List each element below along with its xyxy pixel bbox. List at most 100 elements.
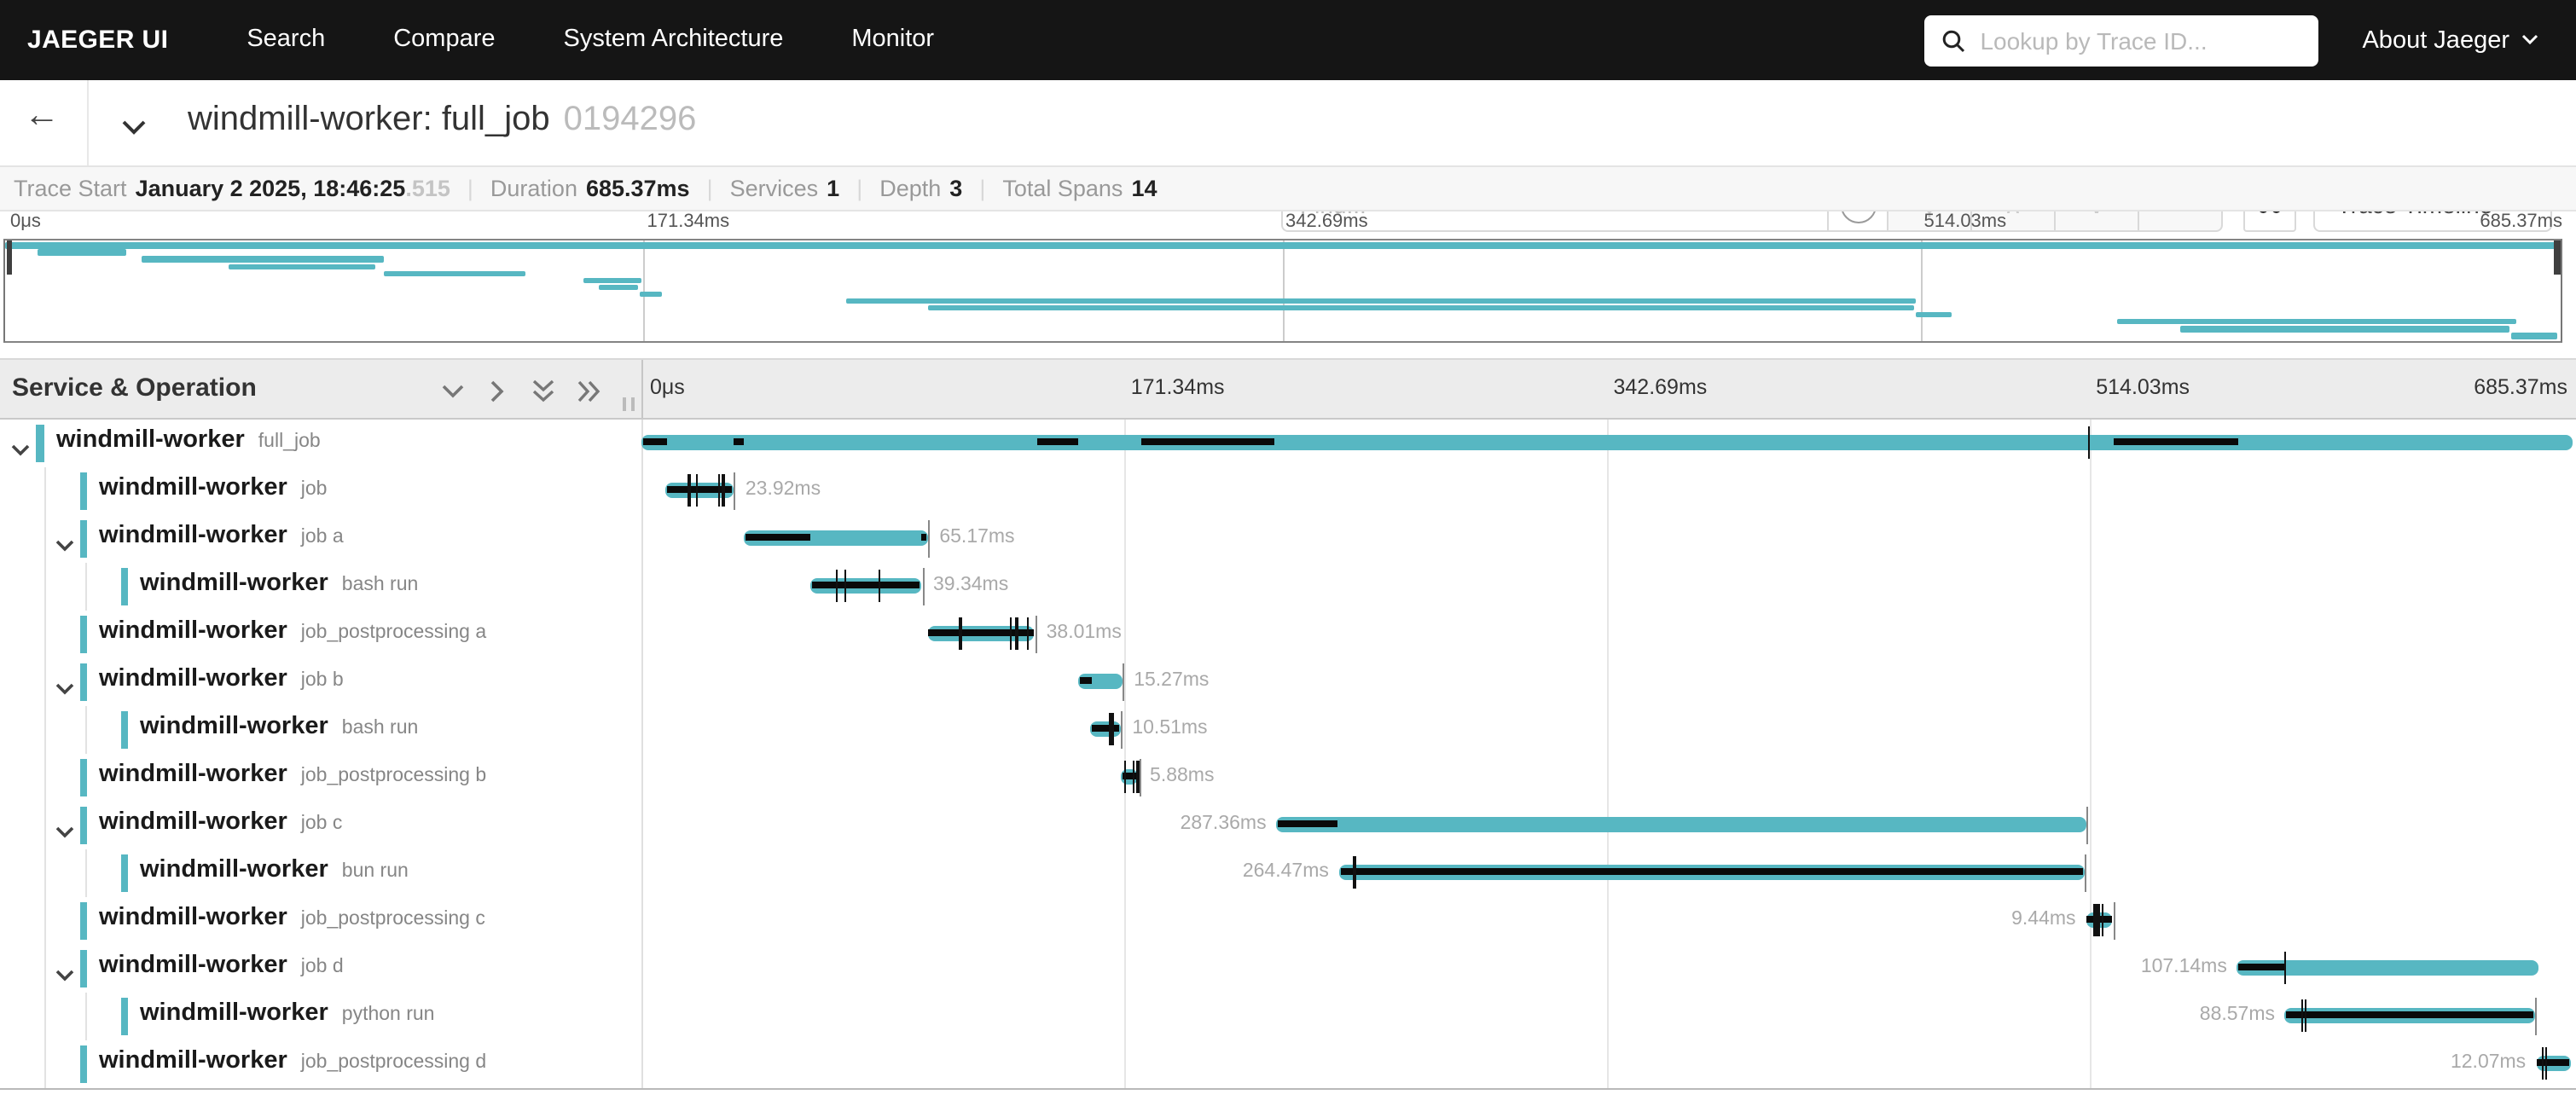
span-duration-label: 10.51ms <box>1132 718 1207 738</box>
span-operation-name: job_postprocessing a <box>301 623 486 643</box>
span-row[interactable]: windmill-workerjob a65.17ms <box>0 514 2576 562</box>
span-end-tick <box>2114 901 2115 939</box>
span-service-name: windmill-workerbash run <box>140 713 418 740</box>
span-row[interactable]: windmill-workerbash run 10.51ms <box>0 705 2576 753</box>
jaeger-logo[interactable]: JAEGER UI <box>0 26 168 55</box>
nav-item-system-architecture[interactable]: System Architecture <box>530 0 818 80</box>
span-operation-name: bun run <box>342 861 409 882</box>
trace-id-search-input[interactable] <box>1976 25 2300 55</box>
summary-value: 3 <box>949 176 962 201</box>
summary-value: 685.37ms <box>586 176 690 201</box>
minimap-span-bar <box>141 257 384 263</box>
span-operation-name: job b <box>301 670 344 691</box>
collapse-all-double-chevron-down-icon[interactable] <box>531 379 556 413</box>
service-color-flag <box>120 997 128 1034</box>
service-color-flag <box>79 901 87 939</box>
service-color-flag <box>79 949 87 987</box>
summary-label: Depth <box>879 176 941 201</box>
expand-all-double-chevron-right-icon[interactable] <box>577 379 602 413</box>
span-collapse-chevron-icon[interactable] <box>54 816 74 847</box>
span-collapse-chevron-icon[interactable] <box>54 673 74 704</box>
trace-id-search-box[interactable] <box>1923 14 2318 66</box>
span-row[interactable]: windmill-workerjob d107.14ms <box>0 944 2576 992</box>
span-service-name: windmill-workerbun run <box>140 856 409 883</box>
span-end-tick <box>2535 997 2537 1034</box>
nav-item-compare[interactable]: Compare <box>359 0 529 80</box>
span-row[interactable]: windmill-workerjob b15.27ms <box>0 657 2576 705</box>
trace-minimap[interactable] <box>3 238 2562 342</box>
span-duration-label: 39.34ms <box>933 575 1008 595</box>
span-log-tick <box>1125 760 1127 793</box>
minimap-right-drag-handle[interactable] <box>2554 240 2560 275</box>
span-log-tick <box>2098 903 2100 936</box>
span-row[interactable]: windmill-workerbash run39.34ms <box>0 562 2576 610</box>
span-end-tick <box>2086 806 2088 843</box>
span-child-segment <box>920 535 926 542</box>
span-log-tick <box>2096 903 2097 936</box>
minimap-left-drag-handle[interactable] <box>6 240 12 275</box>
span-service-name: windmill-workerjob c <box>99 808 342 836</box>
span-log-tick <box>2304 999 2306 1032</box>
timeline-axis-tick-label: 342.69ms <box>1614 375 1708 399</box>
span-collapse-chevron-icon[interactable] <box>10 434 31 465</box>
span-child-segment <box>1140 439 1274 446</box>
nav-item-monitor[interactable]: Monitor <box>817 0 968 80</box>
span-log-tick <box>1010 617 1012 650</box>
span-log-tick <box>2300 999 2302 1032</box>
span-log-tick <box>2284 951 2286 984</box>
about-jaeger-menu[interactable]: About Jaeger <box>2362 26 2538 54</box>
span-duration-bar[interactable] <box>1277 816 2086 832</box>
service-operation-header: Service & Operation <box>12 374 257 403</box>
service-color-flag <box>79 806 87 843</box>
minimap-span-bar <box>38 250 126 256</box>
span-child-segment <box>1080 678 1092 685</box>
span-row[interactable]: windmill-workerjob_postprocessing c9.44m… <box>0 896 2576 944</box>
span-duration-label: 264.47ms <box>1243 861 1329 882</box>
span-log-tick <box>844 569 845 602</box>
column-divider[interactable] <box>641 360 643 417</box>
span-collapse-chevron-icon[interactable] <box>54 959 74 990</box>
span-duration-label: 88.57ms <box>2200 1005 2275 1025</box>
column-resizer-grip[interactable] <box>623 397 634 411</box>
span-row[interactable]: windmill-workerjob23.92ms <box>0 466 2576 514</box>
span-child-segment <box>1036 439 1079 446</box>
trace-collapse-chevron-icon[interactable] <box>121 114 147 145</box>
span-row[interactable]: windmill-workerjob c287.36ms <box>0 801 2576 848</box>
span-child-segment <box>1092 726 1120 733</box>
collapse-all-chevron-down-icon[interactable] <box>440 379 466 409</box>
top-nav: JAEGER UI Search Compare System Architec… <box>0 0 2576 80</box>
minimap-axis-tick-label: 685.37ms <box>2480 211 2562 232</box>
back-arrow-button[interactable]: ← <box>24 96 60 136</box>
summary-value: 14 <box>1131 176 1157 201</box>
service-color-flag <box>79 615 87 652</box>
minimap-span-bar <box>600 285 639 291</box>
nav-item-search[interactable]: Search <box>212 0 359 80</box>
span-row[interactable]: windmill-workerpython run88.57ms <box>0 992 2576 1040</box>
span-end-tick <box>1139 758 1140 796</box>
span-end-tick <box>1121 710 1123 748</box>
span-row[interactable]: windmill-workerjob_postprocessing d12.07… <box>0 1040 2576 1087</box>
separator: | <box>467 176 473 201</box>
span-row[interactable]: windmill-workerjob_postprocessing b5.88m… <box>0 753 2576 801</box>
span-duration-label: 38.01ms <box>1047 623 1122 643</box>
span-service-name: windmill-workerjob_postprocessing a <box>99 617 486 645</box>
span-duration-label: 107.14ms <box>2141 957 2227 977</box>
summary-value: 1 <box>827 176 839 201</box>
service-color-flag <box>79 663 87 700</box>
span-row[interactable]: windmill-workerfull_job <box>0 419 2576 466</box>
span-row[interactable]: windmill-workerbun run 264.47ms <box>0 848 2576 896</box>
span-operation-name: python run <box>342 1005 435 1025</box>
span-collapse-chevron-icon[interactable] <box>54 530 74 560</box>
span-row[interactable]: windmill-workerjob_postprocessing a 38.01… <box>0 610 2576 657</box>
span-operation-name: job_postprocessing b <box>301 766 486 786</box>
service-color-flag <box>79 1045 87 1082</box>
span-log-tick <box>718 473 720 507</box>
minimap-gridline <box>1282 240 1284 340</box>
service-color-flag <box>120 567 128 605</box>
minimap-span-bar <box>1917 312 1952 318</box>
span-child-segment <box>2115 439 2238 446</box>
trace-title-text: windmill-worker: full_job <box>188 101 550 138</box>
span-duration-bar[interactable] <box>641 434 2572 450</box>
span-log-tick <box>960 617 961 650</box>
expand-one-chevron-right-icon[interactable] <box>488 379 507 413</box>
